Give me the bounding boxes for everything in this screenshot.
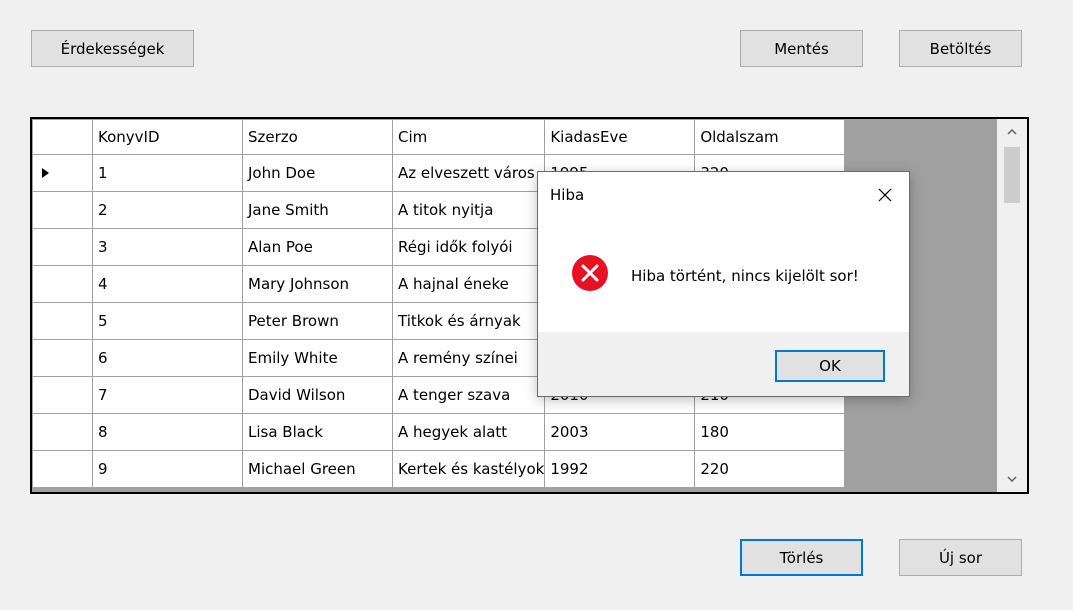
table-cell[interactable]: Peter Brown: [242, 302, 393, 340]
table-cell[interactable]: A remény színei: [391, 339, 546, 377]
row-header[interactable]: [32, 302, 93, 340]
current-row-arrow-icon: [42, 168, 49, 178]
column-header-kiadaseve[interactable]: KiadasEve: [544, 119, 696, 155]
scrollbar-thumb[interactable]: [1004, 147, 1020, 203]
table-cell[interactable]: 180: [694, 413, 846, 451]
table-cell[interactable]: 2: [92, 191, 243, 229]
row-header[interactable]: [32, 413, 93, 451]
scroll-up-icon[interactable]: [997, 121, 1027, 143]
load-button[interactable]: Betöltés: [899, 30, 1022, 67]
header-row: KonyvID Szerzo Cim KiadasEve Oldalszam: [32, 119, 846, 155]
delete-button[interactable]: Törlés: [740, 539, 863, 576]
table-cell[interactable]: Mary Johnson: [242, 265, 393, 303]
close-icon[interactable]: [871, 182, 899, 208]
column-header-oldalszam[interactable]: Oldalszam: [694, 119, 846, 155]
row-header-corner: [32, 119, 93, 155]
table-cell[interactable]: Emily White: [242, 339, 393, 377]
row-header[interactable]: [32, 228, 93, 266]
table-cell[interactable]: A titok nyitja: [391, 191, 546, 229]
table-cell[interactable]: 1: [92, 154, 243, 192]
table-cell[interactable]: Régi idők folyói: [391, 228, 546, 266]
table-cell[interactable]: A tenger szava: [391, 376, 546, 414]
table-cell[interactable]: Az elveszett város: [391, 154, 546, 192]
table-cell[interactable]: 7: [92, 376, 243, 414]
scroll-down-icon[interactable]: [997, 468, 1027, 490]
row-header[interactable]: [32, 265, 93, 303]
table-cell[interactable]: 3: [92, 228, 243, 266]
column-header-szerzo[interactable]: Szerzo: [242, 119, 393, 155]
vertical-scrollbar[interactable]: [997, 119, 1027, 492]
dialog-title: Hiba: [550, 186, 585, 204]
table-cell[interactable]: 6: [92, 339, 243, 377]
table-cell[interactable]: 4: [92, 265, 243, 303]
table-cell[interactable]: Jane Smith: [242, 191, 393, 229]
row-header[interactable]: [32, 450, 93, 488]
table-cell[interactable]: 5: [92, 302, 243, 340]
table-row[interactable]: 8 Lisa Black A hegyek alatt 2003 180: [32, 413, 846, 451]
row-header[interactable]: [32, 191, 93, 229]
table-cell[interactable]: 8: [92, 413, 243, 451]
row-header[interactable]: [32, 376, 93, 414]
dialog-message: Hiba történt, nincs kijelölt sor!: [631, 267, 859, 285]
table-cell[interactable]: Michael Green: [242, 450, 393, 488]
error-icon: [570, 253, 610, 293]
table-cell[interactable]: Lisa Black: [242, 413, 393, 451]
table-cell[interactable]: Alan Poe: [242, 228, 393, 266]
table-cell[interactable]: John Doe: [242, 154, 393, 192]
new-row-button[interactable]: Új sor: [899, 539, 1022, 576]
table-cell[interactable]: Kertek és kastélyok: [391, 450, 546, 488]
table-cell[interactable]: 2003: [544, 413, 696, 451]
column-header-cim[interactable]: Cim: [391, 119, 546, 155]
interests-button[interactable]: Érdekességek: [31, 30, 194, 67]
save-button[interactable]: Mentés: [740, 30, 863, 67]
ok-button[interactable]: OK: [775, 350, 885, 382]
row-header[interactable]: [32, 339, 93, 377]
table-cell[interactable]: 9: [92, 450, 243, 488]
table-cell[interactable]: A hegyek alatt: [391, 413, 546, 451]
table-cell[interactable]: 1992: [544, 450, 696, 488]
table-cell[interactable]: 220: [694, 450, 846, 488]
table-cell[interactable]: David Wilson: [242, 376, 393, 414]
table-cell[interactable]: Titkok és árnyak: [391, 302, 546, 340]
column-header-konyvid[interactable]: KonyvID: [92, 119, 243, 155]
table-row[interactable]: 9 Michael Green Kertek és kastélyok 1992 220: [32, 450, 846, 488]
row-header[interactable]: [32, 154, 93, 192]
table-cell[interactable]: A hajnal éneke: [391, 265, 546, 303]
